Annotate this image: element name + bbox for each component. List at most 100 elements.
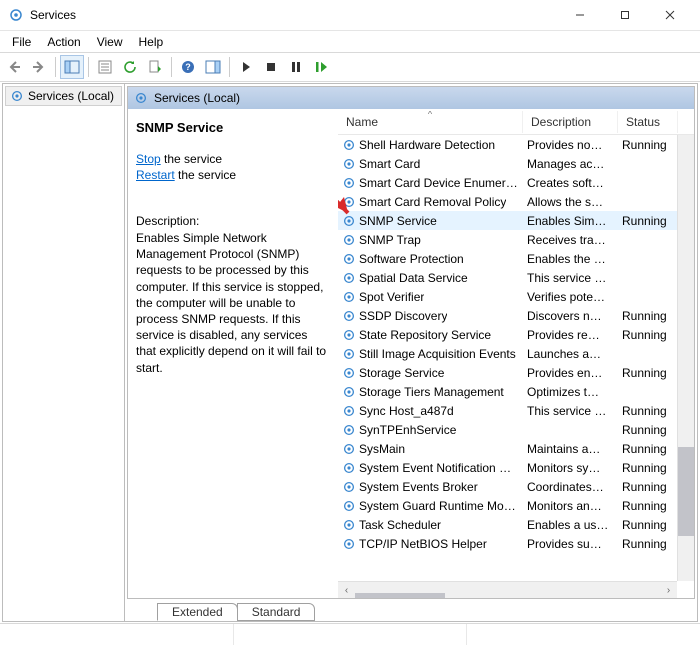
- service-name-cell: SSDP Discovery: [340, 309, 525, 323]
- menu-action[interactable]: Action: [39, 33, 88, 51]
- service-status-cell: Running: [620, 328, 680, 342]
- gear-icon: [342, 309, 356, 323]
- service-row[interactable]: Smart Card Removal PolicyAllows the s…: [338, 192, 694, 211]
- service-row[interactable]: SNMP ServiceEnables Sim…Running: [338, 211, 694, 230]
- scroll-left-icon[interactable]: ‹: [338, 582, 355, 599]
- tab-standard[interactable]: Standard: [237, 603, 316, 621]
- service-row[interactable]: Task SchedulerEnables a us…Running: [338, 515, 694, 534]
- service-desc-cell: Verifies pote…: [525, 290, 620, 304]
- service-row[interactable]: Storage ServiceProvides en…Running: [338, 363, 694, 382]
- stop-service-button[interactable]: [259, 55, 283, 79]
- close-button[interactable]: [647, 1, 692, 29]
- show-hide-tree-button[interactable]: [60, 55, 84, 79]
- service-row[interactable]: Spot VerifierVerifies pote…: [338, 287, 694, 306]
- gear-icon: [342, 195, 356, 209]
- gear-icon: [10, 89, 24, 103]
- column-header-name[interactable]: Name ^: [338, 111, 523, 133]
- service-row[interactable]: Smart CardManages ac…: [338, 154, 694, 173]
- show-hide-action-pane-button[interactable]: [201, 55, 225, 79]
- service-status-cell: Running: [620, 214, 680, 228]
- pause-service-button[interactable]: [284, 55, 308, 79]
- service-row[interactable]: SSDP DiscoveryDiscovers n…Running: [338, 306, 694, 325]
- gear-icon: [342, 233, 356, 247]
- service-name-cell: System Guard Runtime Mo…: [340, 499, 525, 513]
- service-name-cell: Smart Card: [340, 157, 525, 171]
- service-status-cell: Running: [620, 138, 680, 152]
- main-area: Services (Local) Services (Local) SNMP S…: [2, 83, 698, 622]
- minimize-button[interactable]: [557, 1, 602, 29]
- gear-icon: [342, 176, 356, 190]
- back-button[interactable]: [2, 55, 26, 79]
- tab-extended[interactable]: Extended: [157, 603, 238, 621]
- service-row[interactable]: Shell Hardware DetectionProvides no…Runn…: [338, 135, 694, 154]
- view-tabs: Extended Standard: [125, 599, 697, 621]
- service-row[interactable]: SysMainMaintains a…Running: [338, 439, 694, 458]
- restart-service-button[interactable]: [309, 55, 333, 79]
- service-desc-cell: Optimizes t…: [525, 385, 620, 399]
- properties-button[interactable]: [93, 55, 117, 79]
- service-row[interactable]: Smart Card Device Enumera…Creates soft…: [338, 173, 694, 192]
- description-label: Description:: [136, 213, 328, 229]
- service-desc-cell: Manages ac…: [525, 157, 620, 171]
- service-row[interactable]: Spatial Data ServiceThis service …: [338, 268, 694, 287]
- export-list-button[interactable]: [143, 55, 167, 79]
- column-header-description[interactable]: Description: [523, 111, 618, 133]
- gear-icon: [342, 290, 356, 304]
- service-status-cell: Running: [620, 404, 680, 418]
- service-row[interactable]: Sync Host_a487dThis service …Running: [338, 401, 694, 420]
- content-heading: Services (Local): [154, 91, 240, 105]
- service-desc-cell: Monitors sy…: [525, 461, 620, 475]
- service-name-cell: TCP/IP NetBIOS Helper: [340, 537, 525, 551]
- service-row[interactable]: SNMP TrapReceives tra…: [338, 230, 694, 249]
- service-name-cell: Software Protection: [340, 252, 525, 266]
- gear-icon: [342, 385, 356, 399]
- menu-file[interactable]: File: [4, 33, 39, 51]
- gear-icon: [134, 91, 148, 105]
- service-row[interactable]: Storage Tiers ManagementOptimizes t…: [338, 382, 694, 401]
- service-desc-cell: Maintains a…: [525, 442, 620, 456]
- gear-icon: [342, 480, 356, 494]
- service-desc-cell: Provides re…: [525, 328, 620, 342]
- stop-link[interactable]: Stop: [136, 152, 161, 166]
- gear-icon: [342, 537, 356, 551]
- service-row[interactable]: System Guard Runtime Mo…Monitors an…Runn…: [338, 496, 694, 515]
- hscroll-thumb[interactable]: [355, 593, 445, 598]
- service-row[interactable]: SynTPEnhServiceRunning: [338, 420, 694, 439]
- service-desc-cell: Provides en…: [525, 366, 620, 380]
- service-row[interactable]: System Event Notification S…Monitors sy……: [338, 458, 694, 477]
- svg-text:?: ?: [185, 62, 191, 72]
- tree-item-services-local[interactable]: Services (Local): [5, 86, 122, 106]
- menubar: File Action View Help: [0, 30, 700, 52]
- service-name-cell: System Events Broker: [340, 480, 525, 494]
- service-desc-cell: This service …: [525, 271, 620, 285]
- vertical-scrollbar[interactable]: [677, 135, 694, 581]
- maximize-button[interactable]: [602, 1, 647, 29]
- menu-help[interactable]: Help: [131, 33, 172, 51]
- scroll-right-icon[interactable]: ›: [660, 582, 677, 599]
- menu-view[interactable]: View: [89, 33, 131, 51]
- description-text: Enables Simple Network Management Protoc…: [136, 230, 328, 376]
- gear-icon: [342, 271, 356, 285]
- restart-link[interactable]: Restart: [136, 168, 175, 182]
- service-row[interactable]: State Repository ServiceProvides re…Runn…: [338, 325, 694, 344]
- horizontal-scrollbar[interactable]: ‹ ›: [338, 581, 677, 598]
- service-row[interactable]: TCP/IP NetBIOS HelperProvides su…Running: [338, 534, 694, 553]
- service-name-cell: Smart Card Device Enumera…: [340, 176, 525, 190]
- service-status-cell: Running: [620, 423, 680, 437]
- titlebar: Services: [0, 0, 700, 30]
- service-row[interactable]: System Events BrokerCoordinates…Running: [338, 477, 694, 496]
- service-name-cell: State Repository Service: [340, 328, 525, 342]
- gear-icon: [342, 347, 356, 361]
- service-row[interactable]: Software ProtectionEnables the …: [338, 249, 694, 268]
- service-name-cell: SysMain: [340, 442, 525, 456]
- service-name-cell: Still Image Acquisition Events: [340, 347, 525, 361]
- start-service-button[interactable]: [234, 55, 258, 79]
- toolbar: ?: [0, 52, 700, 82]
- refresh-button[interactable]: [118, 55, 142, 79]
- gear-icon: [342, 328, 356, 342]
- column-header-status[interactable]: Status: [618, 111, 678, 133]
- service-row[interactable]: Still Image Acquisition EventsLaunches a…: [338, 344, 694, 363]
- service-name-cell: Shell Hardware Detection: [340, 138, 525, 152]
- forward-button[interactable]: [27, 55, 51, 79]
- help-button[interactable]: ?: [176, 55, 200, 79]
